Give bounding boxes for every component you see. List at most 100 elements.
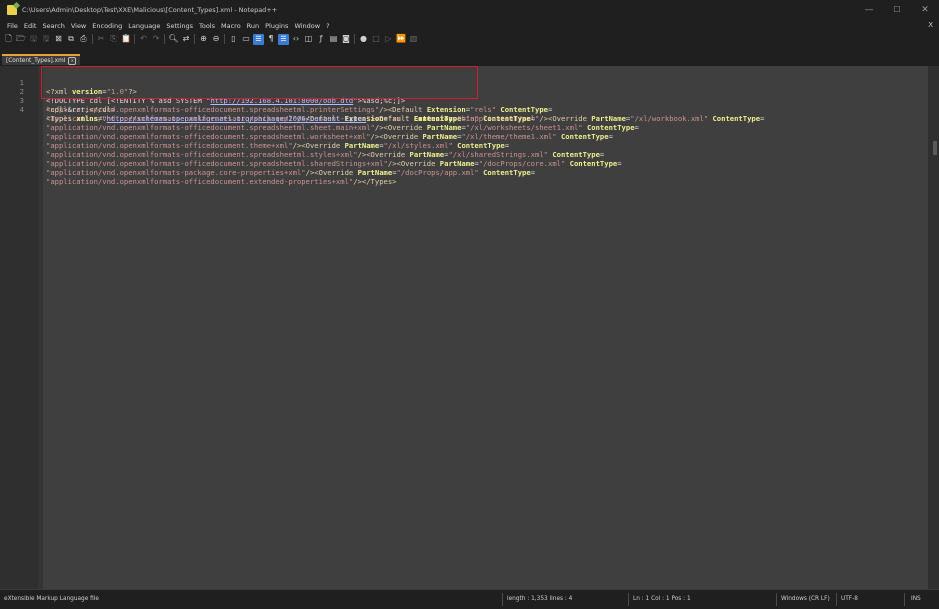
xml-tag: /><Default xyxy=(379,105,427,114)
close-all-icon[interactable]: ⧉ xyxy=(66,34,77,45)
menu-help[interactable]: ? xyxy=(323,22,332,30)
xml-value: "application/vnd.openxmlformats-package.… xyxy=(46,168,306,177)
xml-eq: = xyxy=(599,150,605,159)
wrapped-line: "application/vnd.openxmlformats-officedo… xyxy=(0,105,939,114)
xml-attr: Extension xyxy=(426,105,466,114)
status-encoding[interactable]: UTF-8 xyxy=(841,590,858,609)
doc-map-icon[interactable]: ◫ xyxy=(303,34,314,45)
status-separator xyxy=(836,593,837,606)
folder-workspace-icon[interactable]: ▤ xyxy=(328,34,339,45)
toolbar-separator xyxy=(354,34,355,44)
undo-icon[interactable]: ↶ xyxy=(138,34,149,45)
close-window-button[interactable]: ✕ xyxy=(911,0,939,19)
redo-icon[interactable]: ↷ xyxy=(151,34,162,45)
menu-edit[interactable]: Edit xyxy=(21,22,40,30)
xml-eq: = xyxy=(760,114,765,123)
xml-eq: = xyxy=(504,141,510,150)
wrapped-line: "application/vnd.openxmlformats-officedo… xyxy=(0,177,939,186)
status-insert-mode[interactable]: INS xyxy=(911,590,921,609)
find-icon[interactable]: 🔍︎ xyxy=(168,34,179,45)
tab-close-icon[interactable]: x xyxy=(68,56,77,65)
types-close: /></Types> xyxy=(353,177,397,186)
tab-bar: [Content_Types].xml x xyxy=(0,46,939,66)
xml-eq: = xyxy=(617,159,622,168)
xml-value: "/xl/styles.xml" xyxy=(383,141,453,150)
close-icon[interactable]: ⊠ xyxy=(53,34,64,45)
open-file-icon[interactable]: 🗁 xyxy=(16,34,27,45)
cut-icon[interactable]: ✂ xyxy=(96,34,107,45)
xml-attr: PartName xyxy=(357,168,393,177)
menu-search[interactable]: Search xyxy=(39,22,67,30)
save-icon[interactable]: 🖫 xyxy=(28,34,39,45)
xml-attr: xmlns xyxy=(76,114,98,123)
menu-run[interactable]: Run xyxy=(244,22,262,30)
sync-v-icon[interactable]: ▯ xyxy=(228,34,239,45)
indent-guide-icon[interactable]: ☰ xyxy=(278,33,289,45)
maximize-button[interactable]: ☐ xyxy=(883,0,911,19)
wrapped-line: "application/vnd.openxmlformats-package.… xyxy=(0,168,939,177)
wrapped-line: "application/vnd.openxmlformats-officedo… xyxy=(0,159,939,168)
xml-tag: /><Override xyxy=(305,168,358,177)
menu-file[interactable]: File xyxy=(4,22,21,30)
code-line: 1 <?xml version="1.0"?> xyxy=(0,69,939,96)
menu-encoding[interactable]: Encoding xyxy=(89,22,125,30)
menu-macro[interactable]: Macro xyxy=(218,22,244,30)
code-lines: 1 <?xml version="1.0"?> 2 <!DOCTYPE cdl … xyxy=(0,69,939,186)
status-length-lines: length : 1,353 lines : 4 xyxy=(507,596,573,602)
xml-value: "application/vnd.openxmlformats-officedo… xyxy=(46,159,388,168)
run-macro-multiple-icon[interactable]: ⏩ xyxy=(396,34,407,45)
menu-tools[interactable]: Tools xyxy=(196,22,218,30)
code-line: 3 <cdl>&rrr;</cdl> xyxy=(0,87,939,114)
monitor-icon[interactable]: ◙ xyxy=(341,34,352,45)
menu-window[interactable]: Window xyxy=(291,22,323,30)
save-macro-icon[interactable]: ▨ xyxy=(408,34,419,45)
copy-icon[interactable]: ⎘ xyxy=(108,34,119,45)
zoom-in-icon[interactable]: ⊕ xyxy=(198,34,209,45)
menu-view[interactable]: View xyxy=(68,22,89,30)
toolbar-separator xyxy=(224,34,225,44)
default-open: ><Default xyxy=(370,114,414,123)
menu-language[interactable]: Language xyxy=(125,22,163,30)
status-eol[interactable]: Windows (CR LF) xyxy=(781,590,830,609)
play-macro-icon[interactable]: ▷ xyxy=(383,34,394,45)
sync-h-icon[interactable]: ▭ xyxy=(241,34,252,45)
line-number: 4 xyxy=(19,105,24,114)
zoom-out-icon[interactable]: ⊖ xyxy=(211,34,222,45)
xml-value: "application/vnd.openxmlformats-officedo… xyxy=(46,177,354,186)
vertical-scrollbar[interactable] xyxy=(928,66,939,589)
record-macro-icon[interactable]: ● xyxy=(358,34,369,45)
replace-icon[interactable]: ⇄ xyxy=(181,34,192,45)
xml-tag: /><Override xyxy=(292,141,345,150)
xml-value: "application/vnd.openxmlformats-officedo… xyxy=(46,150,358,159)
xml-eq: = xyxy=(530,168,536,177)
xml-value: "bin" xyxy=(457,114,479,123)
xml-eq: = xyxy=(530,114,536,123)
new-file-icon[interactable]: 🗋 xyxy=(3,34,14,45)
xml-attr: PartName xyxy=(422,132,458,141)
xml-attr: ContentType xyxy=(560,132,609,141)
xml-value: "rels" xyxy=(470,105,497,114)
show-all-chars-icon[interactable]: ¶ xyxy=(266,34,277,45)
save-all-icon[interactable]: 🖫 xyxy=(41,34,52,45)
print-icon[interactable]: ⎙ xyxy=(78,34,89,45)
xml-attr: PartName xyxy=(409,150,445,159)
xml-value: "/docProps/core.xml" xyxy=(478,159,566,168)
menu-plugins[interactable]: Plugins xyxy=(262,22,291,30)
editor-area[interactable]: 1 <?xml version="1.0"?> 2 <!DOCTYPE cdl … xyxy=(0,66,939,589)
xml-value: "/xl/sharedStrings.xml" xyxy=(448,150,548,159)
toolbar: 🗋 🗁 🖫 🖫 ⊠ ⧉ ⎙ ✂ ⎘ 📋 ↶ ↷ 🔍︎ ⇄ ⊕ ⊖ ▯ ▭ ☰ ¶… xyxy=(0,32,939,46)
minimize-button[interactable]: — xyxy=(855,0,883,19)
code-line: 2 <!DOCTYPE cdl [<!ENTITY % asd SYSTEM "… xyxy=(0,78,939,105)
function-list-icon[interactable]: ƒ xyxy=(316,34,327,45)
tab-content-types-xml[interactable]: [Content_Types].xml x xyxy=(2,54,81,65)
xml-tag-icon[interactable]: ‹› xyxy=(291,34,302,45)
paste-icon[interactable]: 📋 xyxy=(121,34,132,45)
word-wrap-icon[interactable]: ☰ xyxy=(253,33,264,45)
scrollbar-thumb[interactable] xyxy=(933,141,937,155)
status-file-type: eXtensible Markup Language file xyxy=(4,596,99,602)
xml-value: "/xl/workbook.xml" xyxy=(630,114,709,123)
xmlns-url-link[interactable]: http://schemas.openxmlformats.org/packag… xyxy=(107,114,367,123)
stop-record-icon[interactable]: □ xyxy=(371,34,382,45)
menu-settings[interactable]: Settings xyxy=(163,22,196,30)
close-document-button[interactable]: X xyxy=(928,19,933,32)
